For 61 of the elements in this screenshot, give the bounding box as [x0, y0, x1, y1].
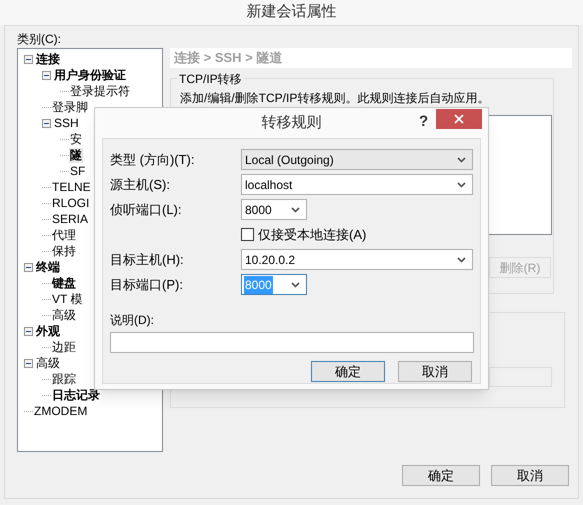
tree-item[interactable]: 连接 — [35, 52, 61, 66]
help-button[interactable]: ? — [419, 111, 428, 134]
collapse-icon[interactable] — [24, 54, 33, 64]
tree-item[interactable]: 跟踪 — [51, 372, 77, 386]
tree-item[interactable]: ZMODEM — [33, 404, 88, 418]
combo-box[interactable]: 10.20.0.2 — [241, 249, 473, 270]
chevron-down-icon — [291, 282, 300, 288]
collapse-icon[interactable] — [24, 358, 33, 368]
close-icon — [454, 114, 464, 124]
dialog-button[interactable]: 取消 — [491, 465, 569, 486]
field-label: 类型 (方向)(T): — [110, 150, 196, 169]
chevron-down-icon — [457, 182, 466, 188]
dialog-title: 转移规则 — [262, 112, 322, 133]
dropdown[interactable]: Local (Outgoing) — [241, 149, 473, 170]
tree-item[interactable]: 安 — [69, 132, 83, 146]
dialog-button[interactable]: 确定 — [402, 465, 480, 486]
tree-item[interactable]: VT 模 — [51, 292, 84, 306]
tree-item[interactable]: TELNE — [51, 180, 92, 194]
group-description: 添加/编辑/删除TCP/IP转移规则。此规则连接后自动应用。 — [180, 91, 490, 105]
tree-item[interactable]: 保持 — [51, 244, 77, 258]
window-title: 新建会话属性 — [246, 2, 336, 22]
tree-item[interactable]: 日志记录 — [51, 388, 101, 402]
group-title: TCP/IP转移 — [177, 70, 244, 88]
tree-item[interactable]: 外观 — [35, 324, 61, 338]
dialog-button[interactable]: 确定 — [311, 361, 385, 382]
tree-item[interactable]: 登录脚 — [51, 100, 89, 114]
tree-item[interactable]: 隧 — [69, 148, 83, 162]
tree-item[interactable]: SSH — [53, 116, 80, 130]
tree-item[interactable]: 登录提示符 — [69, 84, 131, 98]
collapse-icon[interactable] — [24, 262, 33, 272]
collapse-icon[interactable] — [42, 70, 51, 80]
tree-item[interactable]: 用户身份验证 — [53, 68, 127, 82]
collapse-icon[interactable] — [24, 326, 33, 336]
close-button[interactable] — [436, 109, 482, 129]
combo-box[interactable]: 8000 — [241, 199, 307, 220]
breadcrumb: 连接 > SSH > 隧道 — [174, 49, 282, 68]
tree-item[interactable]: 键盘 — [51, 276, 77, 290]
field-label: 目标主机(H): — [110, 250, 185, 269]
tree-item[interactable]: RLOGI — [51, 196, 90, 210]
tree-item[interactable]: 高级 — [51, 308, 77, 322]
tree-item[interactable]: 边距 — [51, 340, 77, 354]
checkbox-label: 仅接受本地连接(A) — [258, 226, 366, 244]
field-label: 说明(D): — [110, 313, 154, 327]
tree-item[interactable]: SF — [69, 164, 86, 178]
chevron-down-icon — [457, 256, 466, 262]
tree-item[interactable]: SERIA — [51, 212, 90, 226]
tree-item[interactable]: 终端 — [35, 260, 61, 274]
category-label: 类别(C): — [17, 31, 61, 48]
tree-item[interactable]: 高级 — [35, 356, 61, 370]
chevron-down-icon — [291, 206, 300, 212]
tree-item[interactable]: 代理 — [51, 228, 77, 242]
dialog-button[interactable]: 取消 — [398, 361, 472, 382]
combo-box[interactable]: localhost — [241, 174, 473, 195]
description-field[interactable] — [110, 332, 474, 353]
checkbox[interactable] — [241, 228, 254, 241]
field-label: 目标端口(P): — [110, 276, 184, 294]
input-field[interactable] — [489, 367, 552, 387]
field-label: 源主机(S): — [110, 176, 171, 194]
collapse-icon[interactable] — [42, 118, 51, 128]
chevron-down-icon — [457, 156, 466, 162]
field-label: 侦听端口(L): — [110, 200, 182, 219]
